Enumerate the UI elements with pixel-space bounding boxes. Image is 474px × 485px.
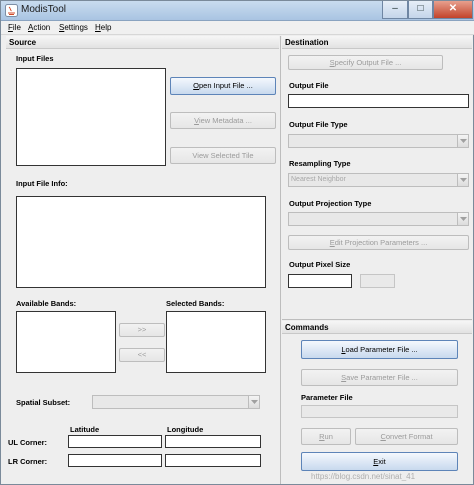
remove-band-button[interactable]: <<: [119, 348, 165, 362]
run-button[interactable]: Run: [301, 428, 351, 445]
output-pixel-size-unit-field[interactable]: [360, 274, 395, 288]
menu-settings-label: ettings: [64, 23, 88, 32]
output-projection-type-label: Output Projection Type: [289, 199, 372, 208]
minimize-icon: –: [392, 3, 398, 14]
selected-bands-label: Selected Bands:: [166, 299, 225, 308]
menu-action[interactable]: Action: [28, 23, 50, 32]
source-header: Source: [6, 36, 279, 49]
run-label: un: [324, 432, 333, 441]
input-file-info-label: Input File Info:: [16, 179, 68, 188]
output-file-type-combo[interactable]: [288, 134, 469, 148]
close-icon: ✕: [448, 3, 458, 14]
modistool-window: ModisTool – □ ✕ File Action Settings Hel…: [0, 0, 474, 485]
java-app-icon: [5, 4, 18, 17]
close-button[interactable]: ✕: [433, 1, 473, 19]
specify-output-file-button[interactable]: Specify Output File ...: [288, 55, 443, 70]
chevron-down-icon: [457, 213, 468, 225]
exit-button[interactable]: Exit: [301, 452, 458, 471]
input-file-info-textarea[interactable]: [16, 196, 266, 288]
ul-longitude-field[interactable]: [165, 435, 261, 448]
specify-output-file-label: pecify Output File ...: [334, 58, 402, 67]
input-files-list[interactable]: [16, 68, 166, 166]
selected-bands-list[interactable]: [166, 311, 266, 373]
convert-format-label: onvert Format: [385, 432, 433, 441]
view-selected-tile-label: View Selected Tile: [192, 151, 254, 160]
view-selected-tile-button[interactable]: View Selected Tile: [170, 147, 276, 164]
destination-header: Destination: [282, 36, 472, 49]
available-bands-label: Available Bands:: [16, 299, 77, 308]
panel-divider: [280, 36, 281, 484]
save-parameter-file-button[interactable]: Save Parameter File ...: [301, 369, 458, 386]
add-band-button[interactable]: >>: [119, 323, 165, 337]
ul-corner-label: UL Corner:: [8, 438, 48, 447]
lr-latitude-field[interactable]: [68, 454, 162, 467]
lr-corner-label: LR Corner:: [8, 457, 48, 466]
output-pixel-size-label: Output Pixel Size: [289, 260, 351, 269]
resampling-type-combo[interactable]: Nearest Neighbor: [288, 173, 469, 187]
spatial-subset-label: Spatial Subset:: [16, 398, 71, 407]
parameter-file-label: Parameter File: [301, 393, 353, 402]
maximize-button[interactable]: □: [408, 1, 433, 19]
load-parameter-file-button[interactable]: Load Parameter File ...: [301, 340, 458, 359]
ul-latitude-field[interactable]: [68, 435, 162, 448]
menu-settings[interactable]: Settings: [59, 23, 88, 32]
open-input-file-label: pen Input File ...: [199, 81, 253, 90]
window-title: ModisTool: [21, 4, 67, 15]
output-projection-type-combo[interactable]: [288, 212, 469, 226]
remove-band-label: <<: [137, 350, 147, 359]
parameter-file-field[interactable]: [301, 405, 458, 418]
resampling-type-value: Nearest Neighbor: [291, 176, 346, 183]
save-parameter-file-label: ave Parameter File ...: [346, 373, 418, 382]
resampling-type-label: Resampling Type: [289, 159, 351, 168]
chevron-down-icon: [457, 174, 468, 186]
chevron-down-icon: [248, 396, 259, 408]
load-parameter-file-label: oad Parameter File ...: [345, 345, 418, 354]
edit-projection-parameters-label: dit Projection Parameters ...: [334, 238, 428, 247]
add-band-label: >>: [137, 325, 147, 334]
chevron-down-icon: [457, 135, 468, 147]
lr-longitude-field[interactable]: [165, 454, 261, 467]
menu-help-label: elp: [100, 23, 112, 32]
maximize-icon: □: [417, 3, 424, 14]
menu-action-label: ction: [33, 23, 51, 32]
spatial-subset-combo[interactable]: [92, 395, 260, 409]
commands-divider: [282, 319, 472, 320]
convert-format-button[interactable]: Convert Format: [355, 428, 458, 445]
edit-projection-parameters-button[interactable]: Edit Projection Parameters ...: [288, 235, 469, 250]
open-input-file-button[interactable]: Open Input File ...: [170, 77, 276, 95]
output-file-field[interactable]: [288, 94, 469, 108]
commands-header: Commands: [282, 321, 472, 334]
longitude-label: Longitude: [167, 425, 204, 434]
minimize-button[interactable]: –: [382, 1, 408, 19]
available-bands-list[interactable]: [16, 311, 116, 373]
watermark-text: https://blog.csdn.net/sinat_41: [311, 472, 416, 481]
output-file-type-label: Output File Type: [289, 120, 348, 129]
menu-bar: File Action Settings Help: [1, 21, 474, 35]
title-bar[interactable]: ModisTool – □ ✕: [1, 1, 474, 21]
input-files-label: Input Files: [16, 54, 54, 63]
exit-label: xit: [378, 457, 386, 466]
output-file-label: Output File: [289, 81, 329, 90]
menu-help[interactable]: Help: [95, 23, 111, 32]
menu-file-label: ile: [12, 23, 21, 32]
menu-file[interactable]: File: [8, 23, 21, 32]
latitude-label: Latitude: [70, 425, 100, 434]
view-metadata-label: iew Metadata ...: [198, 116, 252, 125]
view-metadata-button[interactable]: View Metadata ...: [170, 112, 276, 129]
output-pixel-size-field[interactable]: [288, 274, 352, 288]
